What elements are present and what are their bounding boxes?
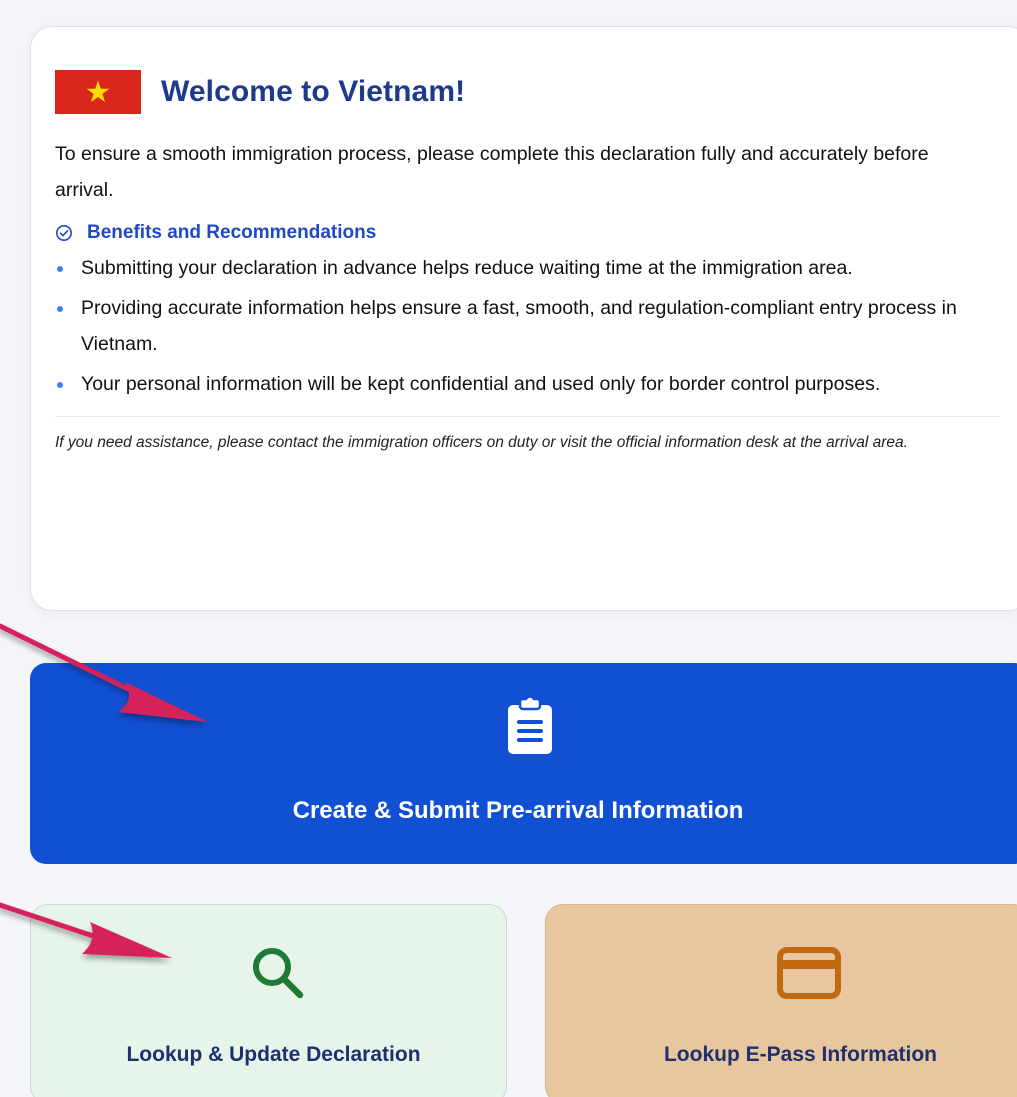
search-icon-wrap <box>248 945 310 1001</box>
list-item: Your personal information will be kept c… <box>55 366 980 402</box>
benefits-heading-label: Benefits and Recommendations <box>87 222 377 243</box>
vietnam-flag-icon <box>55 70 141 114</box>
lookup-update-label: Lookup & Update Declaration <box>126 1043 421 1066</box>
benefits-heading: Benefits and Recommendations <box>55 222 1017 244</box>
page: Welcome to Vietnam! To ensure a smooth i… <box>0 0 1017 1097</box>
divider <box>55 416 999 417</box>
assistance-note: If you need assistance, please contact t… <box>55 434 908 451</box>
search-icon <box>252 948 303 999</box>
intro-text: To ensure a smooth immigration process, … <box>55 143 929 201</box>
clipboard-icon <box>508 697 552 754</box>
card-icon-wrap <box>776 945 842 1001</box>
page-title: Welcome to Vietnam! <box>161 75 466 108</box>
benefit-list: Submitting your declaration in advance h… <box>55 250 980 402</box>
welcome-card: Welcome to Vietnam! To ensure a smooth i… <box>30 26 1017 611</box>
list-item: Submitting your declaration in advance h… <box>55 250 980 286</box>
create-submit-button[interactable]: Create & Submit Pre-arrival Information <box>30 663 1017 864</box>
check-circle-icon <box>55 224 73 242</box>
card-icon <box>776 947 841 999</box>
lookup-epass-label: Lookup E-Pass Information <box>663 1043 938 1066</box>
create-submit-label: Create & Submit Pre-arrival Information <box>292 797 744 824</box>
lookup-epass-button[interactable]: Lookup E-Pass Information <box>545 904 1017 1097</box>
list-item: Providing accurate information helps ens… <box>55 290 980 362</box>
lookup-update-button[interactable]: Lookup & Update Declaration <box>30 904 507 1097</box>
title-row: Welcome to Vietnam! <box>55 70 1017 114</box>
